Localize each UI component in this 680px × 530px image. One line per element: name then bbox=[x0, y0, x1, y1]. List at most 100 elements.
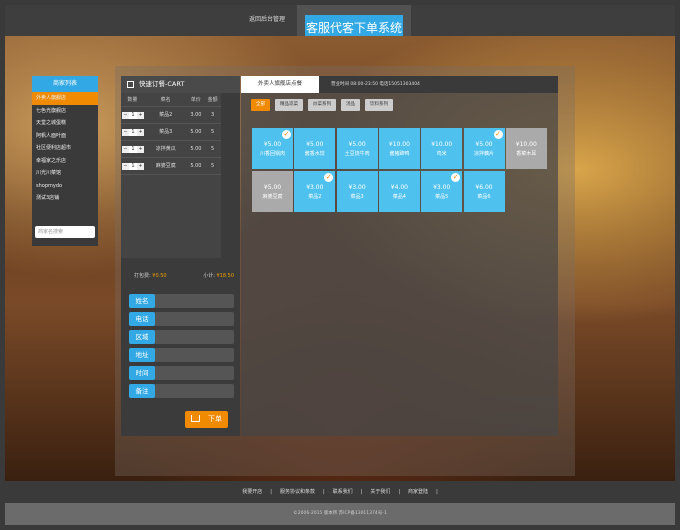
shop-list-item[interactable]: 幸福家之乐店 bbox=[32, 155, 98, 168]
footer-link[interactable]: 关于我们 bbox=[370, 489, 390, 495]
form-field-label: 区域 bbox=[129, 330, 155, 344]
menu-panel: 外卖人旗舰店点餐 营业时间 08:00-23:50 电话15051303404 … bbox=[241, 76, 558, 436]
footer-divider: | bbox=[270, 489, 272, 495]
back-to-admin-link[interactable]: 返回后台管理 bbox=[249, 14, 285, 23]
dish-card[interactable]: ¥3.00 菜品3 bbox=[336, 171, 378, 212]
form-field-label: 地址 bbox=[129, 348, 155, 362]
check-icon: ✓ bbox=[282, 130, 291, 139]
subtotal: 小计: ¥18.50 bbox=[203, 273, 234, 279]
footer-link[interactable]: 服务协议和条款 bbox=[280, 489, 315, 495]
minus-button[interactable]: − bbox=[122, 128, 129, 136]
category-tab[interactable]: 汤品 bbox=[341, 99, 360, 111]
plus-button[interactable]: + bbox=[137, 111, 144, 119]
qty-stepper[interactable]: −1 + bbox=[121, 107, 144, 123]
dish-card[interactable]: ¥10.00 鸡米 bbox=[421, 128, 463, 169]
shop-list-item[interactable]: shopmydo bbox=[32, 180, 98, 193]
check-icon: ✓ bbox=[324, 173, 334, 182]
col-price: 单价 bbox=[190, 97, 201, 103]
dish-card-name: 菜品3 bbox=[350, 194, 364, 200]
dish-card-name: 鸡米 bbox=[436, 151, 447, 157]
dish-card[interactable]: ¥10.00 香菜木耳 bbox=[505, 128, 547, 169]
dish-card-price: ¥3.00 bbox=[433, 184, 451, 191]
minus-button[interactable]: − bbox=[122, 145, 129, 153]
minus-button[interactable]: − bbox=[122, 111, 129, 119]
qty-value[interactable]: 1 bbox=[129, 145, 137, 153]
dish-card[interactable]: ¥3.00 菜品5 ✓ bbox=[421, 171, 463, 212]
plus-button[interactable]: + bbox=[137, 128, 144, 136]
submit-order-button[interactable]: 下单 bbox=[185, 411, 228, 428]
dish-card-name: 酱香水饺 bbox=[304, 151, 325, 157]
shop-list-title: 商家列表 bbox=[32, 76, 98, 92]
shop-list-item[interactable]: 社区便利店超市 bbox=[32, 142, 98, 155]
shop-list-item[interactable]: 阿帆人面叶面 bbox=[32, 130, 98, 143]
shop-list-item[interactable]: 川光川菜馆 bbox=[32, 167, 98, 180]
plus-button[interactable]: + bbox=[137, 162, 144, 170]
footer-divider: | bbox=[436, 489, 438, 495]
qty-value[interactable]: 1 bbox=[129, 162, 137, 170]
footer-link[interactable]: 联系我们 bbox=[333, 489, 353, 495]
dish-card[interactable]: ¥4.00 菜品4 bbox=[378, 171, 420, 212]
dish-card[interactable]: ¥6.00 菜品6 bbox=[463, 171, 505, 212]
shop-list-item[interactable]: 天堂之城蛋糕 bbox=[32, 117, 98, 130]
footer-links: 我要开店 | 服务协议和条款 | 联系我们 | 关于我们 | 商家登陆 | bbox=[5, 481, 675, 503]
qty-stepper[interactable]: −1 + bbox=[121, 158, 144, 174]
shop-list: 外卖人旗舰店 七色光旗舰店 天堂之城蛋糕 阿帆人面叶面 社区便利店超市 幸福家之乐店 川光川… bbox=[32, 92, 98, 205]
qty-stepper[interactable]: −1 + bbox=[121, 124, 144, 140]
dish-card-price: ¥4.00 bbox=[390, 184, 408, 191]
category-tabs: 全部 精品凉菜 炒菜系列 汤品 饮料系列 bbox=[251, 99, 393, 111]
dish-card[interactable]: ¥5.00 麻婆豆腐 bbox=[252, 171, 293, 212]
category-tab[interactable]: 饮料系列 bbox=[365, 99, 393, 111]
dish-card-name: 川香回锅肉 bbox=[259, 151, 285, 157]
plus-button[interactable]: + bbox=[137, 145, 144, 153]
footer-divider: | bbox=[322, 489, 325, 495]
form-field[interactable]: 地址 bbox=[129, 348, 234, 362]
menu-tab[interactable]: 外卖人旗舰店点餐 bbox=[241, 76, 319, 93]
category-tab[interactable]: 炒菜系列 bbox=[308, 99, 336, 111]
form-field[interactable]: 区域 bbox=[129, 330, 234, 344]
form-field[interactable]: 备注 bbox=[129, 384, 234, 398]
shop-list-item[interactable]: 七色光旗舰店 bbox=[32, 105, 98, 118]
cart-header: 快速订餐-CART bbox=[121, 76, 240, 93]
dish-card[interactable]: ¥3.00 菜品2 ✓ bbox=[294, 171, 336, 212]
col-name: 菜名 bbox=[160, 97, 171, 103]
form-field[interactable]: 电话 bbox=[129, 312, 234, 326]
qty-value[interactable]: 1 bbox=[129, 128, 137, 136]
category-tab[interactable]: 精品凉菜 bbox=[275, 99, 303, 111]
cart-rows: −1 + 菜品2 3.00 3−1 + 菜品3 5.00 5−1 + 凉拌黄瓜 5.00 5−1 + 麻婆豆… bbox=[121, 107, 221, 175]
form-field-label: 姓名 bbox=[129, 294, 155, 308]
dish-price: 5.00 bbox=[190, 163, 202, 169]
col-qty: 数量 bbox=[127, 97, 138, 103]
dish-card-price: ¥6.00 bbox=[475, 184, 493, 191]
qty-stepper[interactable]: −1 + bbox=[121, 141, 144, 157]
dish-card-price: ¥5.00 bbox=[348, 141, 366, 148]
dish-card[interactable]: ¥5.00 酱香水饺 bbox=[294, 128, 336, 169]
dish-card-price: ¥10.00 bbox=[388, 141, 410, 148]
dish-card[interactable]: ¥5.00 川香回锅肉 ✓ bbox=[252, 128, 293, 169]
copyright: ©2006-2015 版本所 苏ICP备13011374号-1 bbox=[5, 503, 675, 525]
minus-button[interactable]: − bbox=[122, 162, 129, 170]
cart-table-header: 数量 菜名 单价 金额 bbox=[121, 93, 221, 107]
dish-card[interactable]: ¥5.00 土豆烧牛肉 bbox=[336, 128, 378, 169]
dish-card-price: ¥10.00 bbox=[515, 141, 537, 148]
qty-value[interactable]: 1 bbox=[129, 111, 137, 119]
check-icon: ✓ bbox=[493, 130, 503, 139]
cart-row: −1 + 麻婆豆腐 5.00 5 bbox=[121, 158, 221, 175]
shop-list-item[interactable]: 测试3店铺 bbox=[32, 192, 98, 205]
footer-divider: | bbox=[360, 489, 363, 495]
category-tab[interactable]: 全部 bbox=[251, 99, 270, 111]
form-field[interactable]: 时间 bbox=[129, 366, 234, 380]
footer-divider: | bbox=[398, 489, 401, 495]
footer-link[interactable]: 商家登陆 bbox=[408, 489, 428, 495]
shop-search-input[interactable]: 商家名搜索 bbox=[35, 226, 95, 238]
dish-card-name: 酱猪蹄鸭 bbox=[389, 151, 410, 157]
cart-row: −1 + 菜品2 3.00 3 bbox=[121, 107, 221, 124]
shop-list-item[interactable]: 外卖人旗舰店 bbox=[32, 92, 98, 105]
cart-list-icon bbox=[127, 81, 134, 88]
dish-card-price: ¥3.00 bbox=[348, 184, 366, 191]
dish-card[interactable]: ¥10.00 酱猪蹄鸭 bbox=[378, 128, 420, 169]
form-field[interactable]: 姓名 bbox=[129, 294, 234, 308]
dish-price: 3.00 bbox=[190, 112, 202, 118]
cart-row: −1 + 菜品3 5.00 5 bbox=[121, 124, 221, 141]
footer-link[interactable]: 我要开店 bbox=[242, 489, 262, 495]
dish-card[interactable]: ¥5.00 凉拌藕片 ✓ bbox=[463, 128, 505, 169]
